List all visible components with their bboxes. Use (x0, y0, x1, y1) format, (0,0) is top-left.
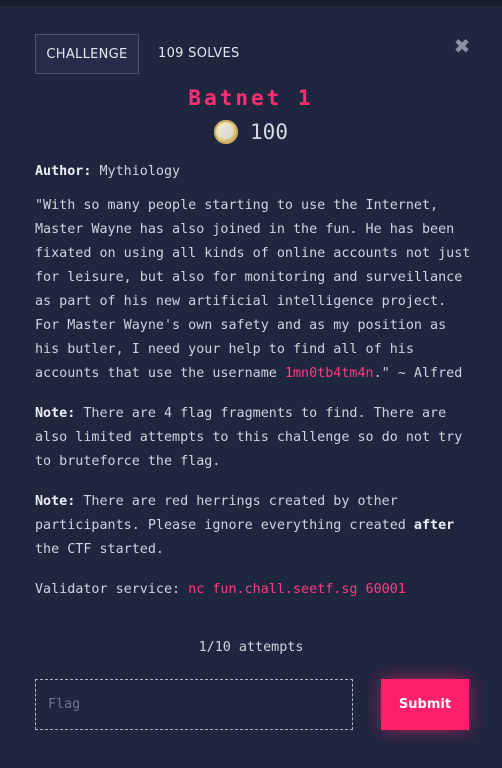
close-icon[interactable]: ✖ (452, 34, 472, 58)
challenge-modal: CHALLENGE 109 SOLVES ✖ Batnet 1 100 Auth… (0, 0, 502, 768)
flag-input[interactable] (35, 679, 353, 730)
challenge-description: Author: Mythiology "With so many people … (35, 160, 475, 602)
submit-button[interactable]: Submit (381, 679, 469, 730)
note-text-end: the CTF started. (35, 542, 164, 557)
points-row: 100 (0, 120, 502, 144)
coin-icon (214, 120, 239, 144)
author-label: Author: (35, 164, 92, 179)
note-text: There are red herrings created by other … (35, 494, 414, 533)
story-end: ." ~ Alfred (373, 366, 463, 381)
story-text: "With so many people starting to use the… (35, 198, 471, 381)
note-text: There are 4 flag fragments to find. Ther… (35, 406, 463, 469)
note-fragments: Note: There are 4 flag fragments to find… (35, 402, 475, 474)
note-label: Note: (35, 494, 76, 509)
top-strip (0, 0, 502, 6)
note-emphasis: after (413, 518, 455, 533)
author-name: Mythiology (99, 164, 181, 179)
validator-line: Validator service: nc fun.chall.seetf.sg… (35, 578, 475, 602)
note-label: Note: (35, 406, 76, 421)
username-code: 1mn0tb4tm4n (284, 366, 374, 381)
author-line: Author: Mythiology (35, 160, 475, 184)
story-paragraph: "With so many people starting to use the… (35, 194, 475, 386)
challenge-title: Batnet 1 (188, 86, 314, 110)
points-value: 100 (250, 120, 288, 144)
note-red-herrings: Note: There are red herrings created by … (35, 490, 475, 562)
attempts-counter: 1/10 attempts (198, 640, 304, 655)
validator-command: nc fun.chall.seetf.sg 60001 (188, 582, 406, 597)
solves-tab[interactable]: 109 SOLVES (158, 46, 240, 61)
tab-challenge[interactable]: CHALLENGE (35, 34, 139, 74)
validator-label: Validator service: (35, 582, 181, 597)
